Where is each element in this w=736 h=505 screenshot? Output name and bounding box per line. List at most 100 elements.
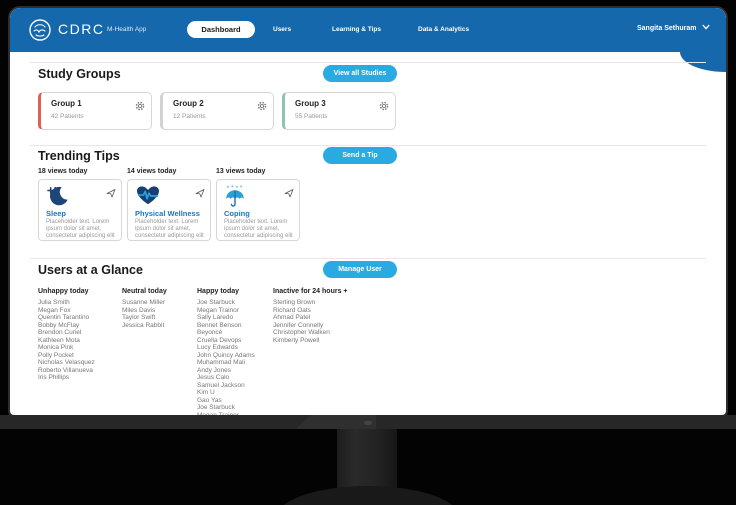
user-name: Megan Fox bbox=[38, 306, 71, 314]
user-name: Lucy Edwards bbox=[197, 344, 238, 351]
tip-card-coping[interactable]: Coping Placeholder text. Lorem ipsum dol… bbox=[216, 179, 300, 241]
send-tip-icon[interactable] bbox=[284, 185, 294, 198]
user-name: Jennifer Connelly bbox=[273, 321, 324, 329]
user-name: Beyoncé bbox=[197, 329, 223, 336]
manage-user-button[interactable]: Manage User bbox=[323, 261, 397, 278]
user-name: Iris Phillips bbox=[38, 374, 70, 381]
column-header: Inactive for 24 hours + bbox=[273, 288, 348, 295]
user-name: Monica Pink bbox=[38, 344, 74, 351]
user-name: Ahmad Patel bbox=[273, 314, 311, 321]
heart-pulse-icon bbox=[135, 185, 161, 207]
tip-title: Sleep bbox=[46, 209, 67, 218]
user-name: John Quincy Adams bbox=[197, 351, 255, 359]
user-name: Nicholas Velasquez bbox=[38, 359, 95, 366]
group-patient-count: 12 Patients bbox=[173, 113, 206, 120]
user-name: Miles Davis bbox=[122, 306, 156, 314]
column-header: Neutral today bbox=[122, 288, 167, 295]
user-name: Kathleen Mota bbox=[38, 336, 80, 344]
user-name: Joe Starbuck bbox=[197, 299, 235, 306]
tab-data-analytics[interactable]: Data & Analytics bbox=[418, 26, 469, 33]
gear-icon[interactable] bbox=[257, 98, 267, 111]
tab-learning-tips[interactable]: Learning & Tips bbox=[332, 26, 381, 33]
user-name: Christopher Walken bbox=[273, 329, 330, 336]
user-name: Polly Pocket bbox=[38, 351, 74, 359]
monitor-stand-neck bbox=[337, 429, 397, 491]
user-name: Jessica Rabbit bbox=[122, 321, 165, 329]
divider bbox=[30, 62, 706, 63]
user-name: Cruella Devops bbox=[197, 336, 242, 344]
tip-views-count: 14 views today bbox=[127, 168, 177, 175]
tip-body: Placeholder text. Lorem ipsum dolor sit … bbox=[135, 219, 204, 239]
monitor: CDRC M-Health App Dashboard Users Learni… bbox=[0, 0, 736, 505]
tab-users[interactable]: Users bbox=[273, 26, 291, 33]
send-tip-icon[interactable] bbox=[106, 185, 116, 198]
tip-views-count: 18 views today bbox=[38, 168, 88, 175]
user-name: Gao Yas bbox=[197, 396, 222, 404]
user-name: Andy Jones bbox=[197, 366, 231, 374]
user-column-inactive: Inactive for 24 hours + Sterling Brown Ri… bbox=[273, 288, 353, 344]
tab-dashboard[interactable]: Dashboard bbox=[187, 21, 255, 38]
divider bbox=[30, 258, 706, 259]
user-name: Quentin Tarantino bbox=[38, 314, 90, 321]
user-name-label: Sangita Sethuram bbox=[637, 24, 697, 32]
group-patient-count: 42 Patients bbox=[51, 113, 84, 120]
tip-views-count: 13 views today bbox=[216, 168, 266, 175]
user-name: Richard Oats bbox=[273, 306, 311, 314]
brand-name: CDRC bbox=[58, 21, 105, 37]
user-name: Megan Trainor bbox=[197, 306, 239, 314]
user-name: Taylor Swift bbox=[122, 314, 156, 321]
monitor-logo-dot bbox=[364, 421, 372, 425]
study-groups-title: Study Groups bbox=[38, 67, 121, 81]
user-name: Julia Smith bbox=[38, 299, 70, 306]
gear-icon[interactable] bbox=[135, 98, 145, 111]
user-column-unhappy: Unhappy today Julia Smith Megan Fox Quenti… bbox=[38, 288, 118, 382]
user-column-happy: Happy today Joe Starbuck Megan Trainor Sal… bbox=[197, 288, 277, 415]
study-group-card[interactable]: Group 3 55 Patients bbox=[282, 92, 396, 130]
view-all-studies-button[interactable]: View all Studies bbox=[323, 65, 397, 82]
tip-card-physical-wellness[interactable]: Physical Wellness Placeholder text. Lore… bbox=[127, 179, 211, 241]
user-name-list: Julia Smith Megan Fox Quentin Tarantino Bob… bbox=[38, 299, 118, 382]
app-name: M-Health App bbox=[107, 26, 147, 33]
group-patient-count: 55 Patients bbox=[295, 113, 328, 120]
umbrella-rain-icon bbox=[224, 185, 246, 207]
user-name: Kim U bbox=[197, 389, 215, 396]
top-nav: CDRC M-Health App Dashboard Users Learni… bbox=[10, 8, 726, 52]
user-name: Samuel Jackson bbox=[197, 381, 245, 389]
column-header: Happy today bbox=[197, 288, 240, 295]
column-header: Unhappy today bbox=[38, 288, 89, 295]
user-name: Sterling Brown bbox=[273, 299, 316, 306]
user-name-list: Joe Starbuck Megan Trainor Sally Laredo Ben… bbox=[197, 299, 277, 415]
user-name: Bennet Benson bbox=[197, 321, 242, 329]
moon-stars-icon bbox=[46, 185, 70, 207]
trending-tips-title: Trending Tips bbox=[38, 149, 120, 163]
send-a-tip-button[interactable]: Send a Tip bbox=[323, 147, 397, 164]
user-name: Muhammad Mali bbox=[197, 359, 246, 366]
user-menu[interactable]: Sangita Sethuram bbox=[637, 24, 710, 32]
user-name: Bobby McFlay bbox=[38, 321, 80, 329]
chevron-down-icon bbox=[701, 24, 710, 32]
group-name: Group 1 bbox=[51, 99, 82, 108]
screen: CDRC M-Health App Dashboard Users Learni… bbox=[10, 8, 726, 415]
tip-title: Physical Wellness bbox=[135, 209, 200, 218]
user-name: Joe Starbuck bbox=[197, 404, 235, 411]
tip-card-sleep[interactable]: Sleep Placeholder text. Lorem ipsum dolo… bbox=[38, 179, 122, 241]
study-group-card[interactable]: Group 1 42 Patients bbox=[38, 92, 152, 130]
user-name: Sally Laredo bbox=[197, 314, 234, 321]
study-group-card[interactable]: Group 2 12 Patients bbox=[160, 92, 274, 130]
tip-body: Placeholder text. Lorem ipsum dolor sit … bbox=[224, 219, 293, 239]
send-tip-icon[interactable] bbox=[195, 185, 205, 198]
user-name: Roberto Villanueva bbox=[38, 366, 93, 374]
user-name-list: Sterling Brown Richard Oats Ahmad Patel Jen… bbox=[273, 299, 353, 344]
monitor-stand-base bbox=[277, 486, 459, 505]
user-column-neutral: Neutral today Susanne Miller Miles Davis T… bbox=[122, 288, 202, 329]
gear-icon[interactable] bbox=[379, 98, 389, 111]
users-at-a-glance-title: Users at a Glance bbox=[38, 263, 143, 277]
user-name: Jesus Calo bbox=[197, 374, 230, 381]
user-name: Susanne Miller bbox=[122, 299, 165, 306]
divider bbox=[30, 145, 706, 146]
user-name: Brendon Curiel bbox=[38, 329, 82, 336]
group-name: Group 2 bbox=[173, 99, 204, 108]
user-name: Kimberly Powell bbox=[273, 336, 320, 344]
group-name: Group 3 bbox=[295, 99, 326, 108]
tip-title: Coping bbox=[224, 209, 250, 218]
